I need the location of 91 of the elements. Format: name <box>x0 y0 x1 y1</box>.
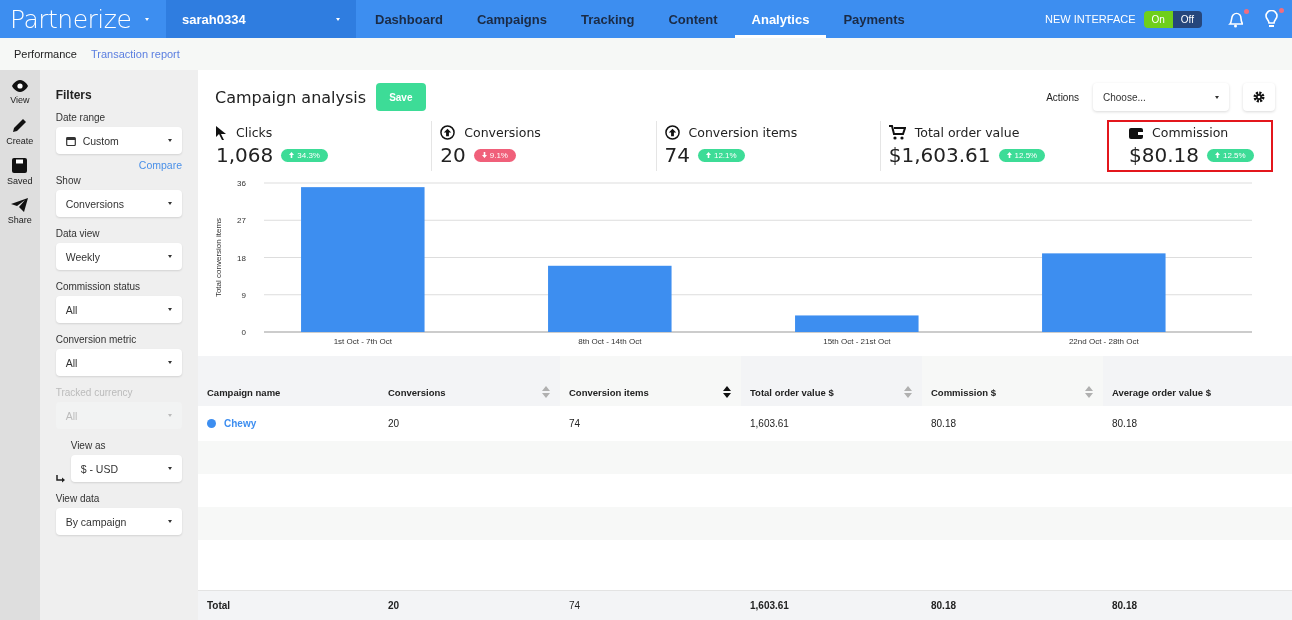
axis-tick-label: 36 <box>237 179 246 188</box>
total-cell: 20 <box>388 600 400 611</box>
metric-label: Clicks <box>236 125 273 140</box>
filter-label: Commission status <box>55 281 142 292</box>
axis-tick-label: 18 <box>237 253 246 263</box>
axis-tick-label: 8th Oct - 14th Oct <box>578 337 642 346</box>
toggle-option[interactable]: Off <box>1172 10 1202 28</box>
metric-value: 74 <box>664 143 690 167</box>
rail-button[interactable]: View <box>10 80 30 105</box>
change-badge: 12.5% <box>998 148 1046 162</box>
cart-icon <box>888 125 906 140</box>
filter-label: Conversion metric <box>55 334 138 345</box>
filter-label: Date range <box>55 112 107 123</box>
indent-arrow-icon <box>55 475 65 483</box>
caret-icon <box>168 467 172 470</box>
arrow-up-circle-icon <box>664 125 680 140</box>
total-cell: 1,603.61 <box>750 600 789 611</box>
table-cell: 1,603.61 <box>750 418 789 429</box>
settings-icon[interactable] <box>1243 83 1275 111</box>
account-dropdown[interactable]: sarah0334 <box>166 0 356 38</box>
column-header[interactable]: Commission $ <box>922 356 1103 406</box>
metric-value: $80.18 <box>1129 143 1199 167</box>
caret-icon <box>168 255 172 258</box>
filter-label: Show <box>55 175 82 186</box>
table-cell: 80.18 <box>931 418 957 429</box>
subnav-tab[interactable]: Performance <box>14 48 77 60</box>
dropdown[interactable]: All <box>55 296 182 323</box>
sort-icon[interactable] <box>723 386 731 398</box>
calendar-icon <box>65 135 76 146</box>
table-cell: 74 <box>569 418 581 429</box>
change-badge: 9.1% <box>473 148 516 162</box>
metric-label: Total order value <box>914 125 1020 140</box>
total-cell: 80.18 <box>931 600 957 611</box>
caret-icon <box>168 414 172 417</box>
nav-tab[interactable]: Content <box>651 0 735 38</box>
nav-tab[interactable]: Campaigns <box>459 0 564 38</box>
filters-title: Filters <box>55 88 93 102</box>
caret-icon <box>168 308 172 311</box>
actions-label: Actions <box>1046 91 1079 103</box>
axis-tick-label: 15th Oct - 21st Oct <box>823 337 891 346</box>
dropdown[interactable]: By campaign <box>55 508 182 535</box>
total-cell: 74 <box>569 600 581 611</box>
metric-label: Conversions <box>464 125 541 140</box>
rail-button[interactable]: Share <box>7 198 32 225</box>
metric-label: Commission <box>1152 125 1229 140</box>
axis-tick-label: 27 <box>237 216 246 226</box>
dropdown[interactable]: Weekly <box>55 243 182 270</box>
subnav-tab[interactable]: Transaction report <box>91 48 180 60</box>
arrow-up-circle-icon <box>440 125 456 140</box>
caret-icon[interactable] <box>145 17 150 21</box>
change-badge: 12.5% <box>1207 148 1254 162</box>
table-cell: 20 <box>388 418 400 429</box>
nav-tab[interactable]: Tracking <box>564 0 652 38</box>
nav-tab[interactable]: Payments <box>826 0 922 38</box>
metric-label: Conversion items <box>688 125 798 140</box>
change-badge: 34.3% <box>281 148 328 162</box>
pencil-icon <box>11 117 28 133</box>
nav-tab[interactable]: Dashboard <box>358 0 460 38</box>
cursor-icon <box>216 125 227 140</box>
axis-tick-label: 0 <box>241 328 246 337</box>
dropdown[interactable]: Conversions <box>55 190 182 217</box>
paper-plane-icon <box>11 198 29 212</box>
filter-label: Data view <box>55 228 101 239</box>
caret-icon <box>168 361 172 364</box>
total-cell: Total <box>207 600 231 611</box>
axis-tick-label: 22nd Oct - 28th Oct <box>1068 337 1139 346</box>
change-badge: 12.1% <box>697 148 745 162</box>
page-title: Campaign analysis <box>215 87 367 107</box>
axis-title: Total conversion items <box>214 217 223 298</box>
new-interface-label: NEW INTERFACE <box>1045 13 1136 25</box>
axis-tick-label: 9 <box>241 290 246 300</box>
caret-icon <box>168 520 172 523</box>
dropdown[interactable]: Custom <box>55 127 182 154</box>
rail-button[interactable]: Create <box>6 117 34 146</box>
rail-button[interactable]: Saved <box>7 158 33 186</box>
wallet-icon <box>1129 126 1143 139</box>
metric-value: 1,068 <box>216 143 274 167</box>
caret-icon <box>168 202 172 205</box>
column-header[interactable]: Conversion items <box>560 356 741 406</box>
table-cell: 80.18 <box>1112 418 1138 429</box>
filter-label: View as <box>70 440 107 451</box>
filter-label: View data <box>55 493 101 504</box>
metric-value: 20 <box>440 143 466 167</box>
metric-value: $1,603.61 <box>888 143 991 167</box>
total-cell: 80.18 <box>1112 600 1138 611</box>
actions-dropdown[interactable]: Choose... <box>1093 83 1229 111</box>
eye-icon <box>10 80 29 92</box>
dropdown[interactable]: All <box>55 349 182 376</box>
axis-tick-label: 1st Oct - 7th Oct <box>333 337 392 346</box>
dropdown[interactable]: $ - USD <box>70 455 182 482</box>
caret-icon <box>168 139 172 142</box>
